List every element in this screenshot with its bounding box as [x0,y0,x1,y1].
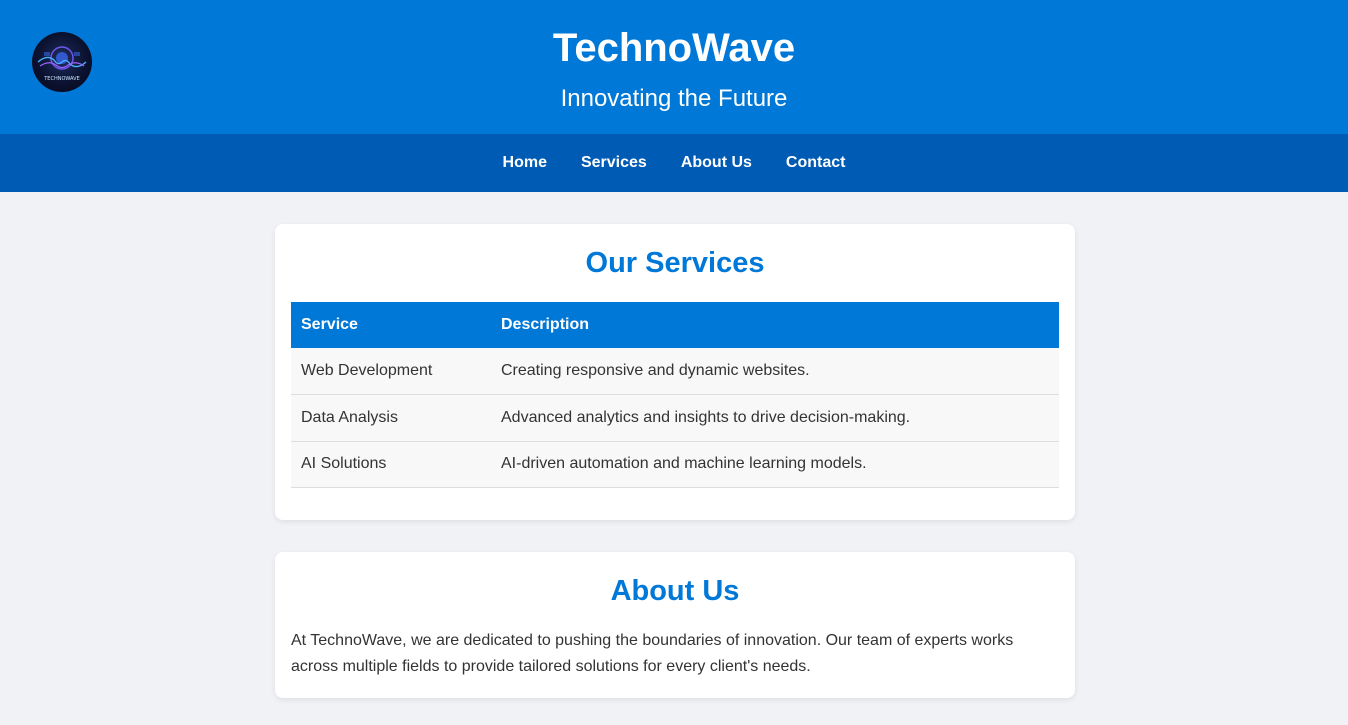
nav-link-about-us[interactable]: About Us [681,154,752,172]
service-description-cell: Advanced analytics and insights to drive… [491,394,1059,442]
about-section: About Us At TechnoWave, we are dedicated… [275,552,1075,698]
svg-text:TECHNOWAVE: TECHNOWAVE [43,76,80,82]
services-table: Service Description Web Development Crea… [291,302,1059,488]
service-name-cell: Web Development [291,348,491,395]
main-nav: Home Services About Us Contact [0,134,1348,192]
service-description-cell: AI-driven automation and machine learnin… [491,441,1059,488]
site-subtitle: Innovating the Future [560,85,788,112]
about-text: At TechnoWave, we are dedicated to pushi… [291,632,1014,675]
table-row: Web Development Creating responsive and … [291,348,1059,395]
nav-link-home[interactable]: Home [503,154,547,172]
column-header-service: Service [291,302,491,348]
table-header-row: Service Description [291,302,1059,348]
service-name-cell: AI Solutions [291,441,491,488]
service-description-cell: Creating responsive and dynamic websites… [491,348,1059,395]
services-section: Our Services Service Description Web Dev… [275,224,1075,520]
nav-link-contact[interactable]: Contact [786,154,846,172]
column-header-description: Description [491,302,1059,348]
nav-link-services[interactable]: Services [581,154,647,172]
site-title: TechnoWave [552,26,796,70]
about-heading: About Us [610,575,740,607]
site-header: TECHNOWAVE TechnoWave Innovating the Fut… [0,0,1348,134]
table-row: AI Solutions AI-driven automation and ma… [291,441,1059,488]
services-heading: Our Services [585,247,765,279]
service-name-cell: Data Analysis [291,394,491,442]
table-row: Data Analysis Advanced analytics and ins… [291,394,1059,442]
